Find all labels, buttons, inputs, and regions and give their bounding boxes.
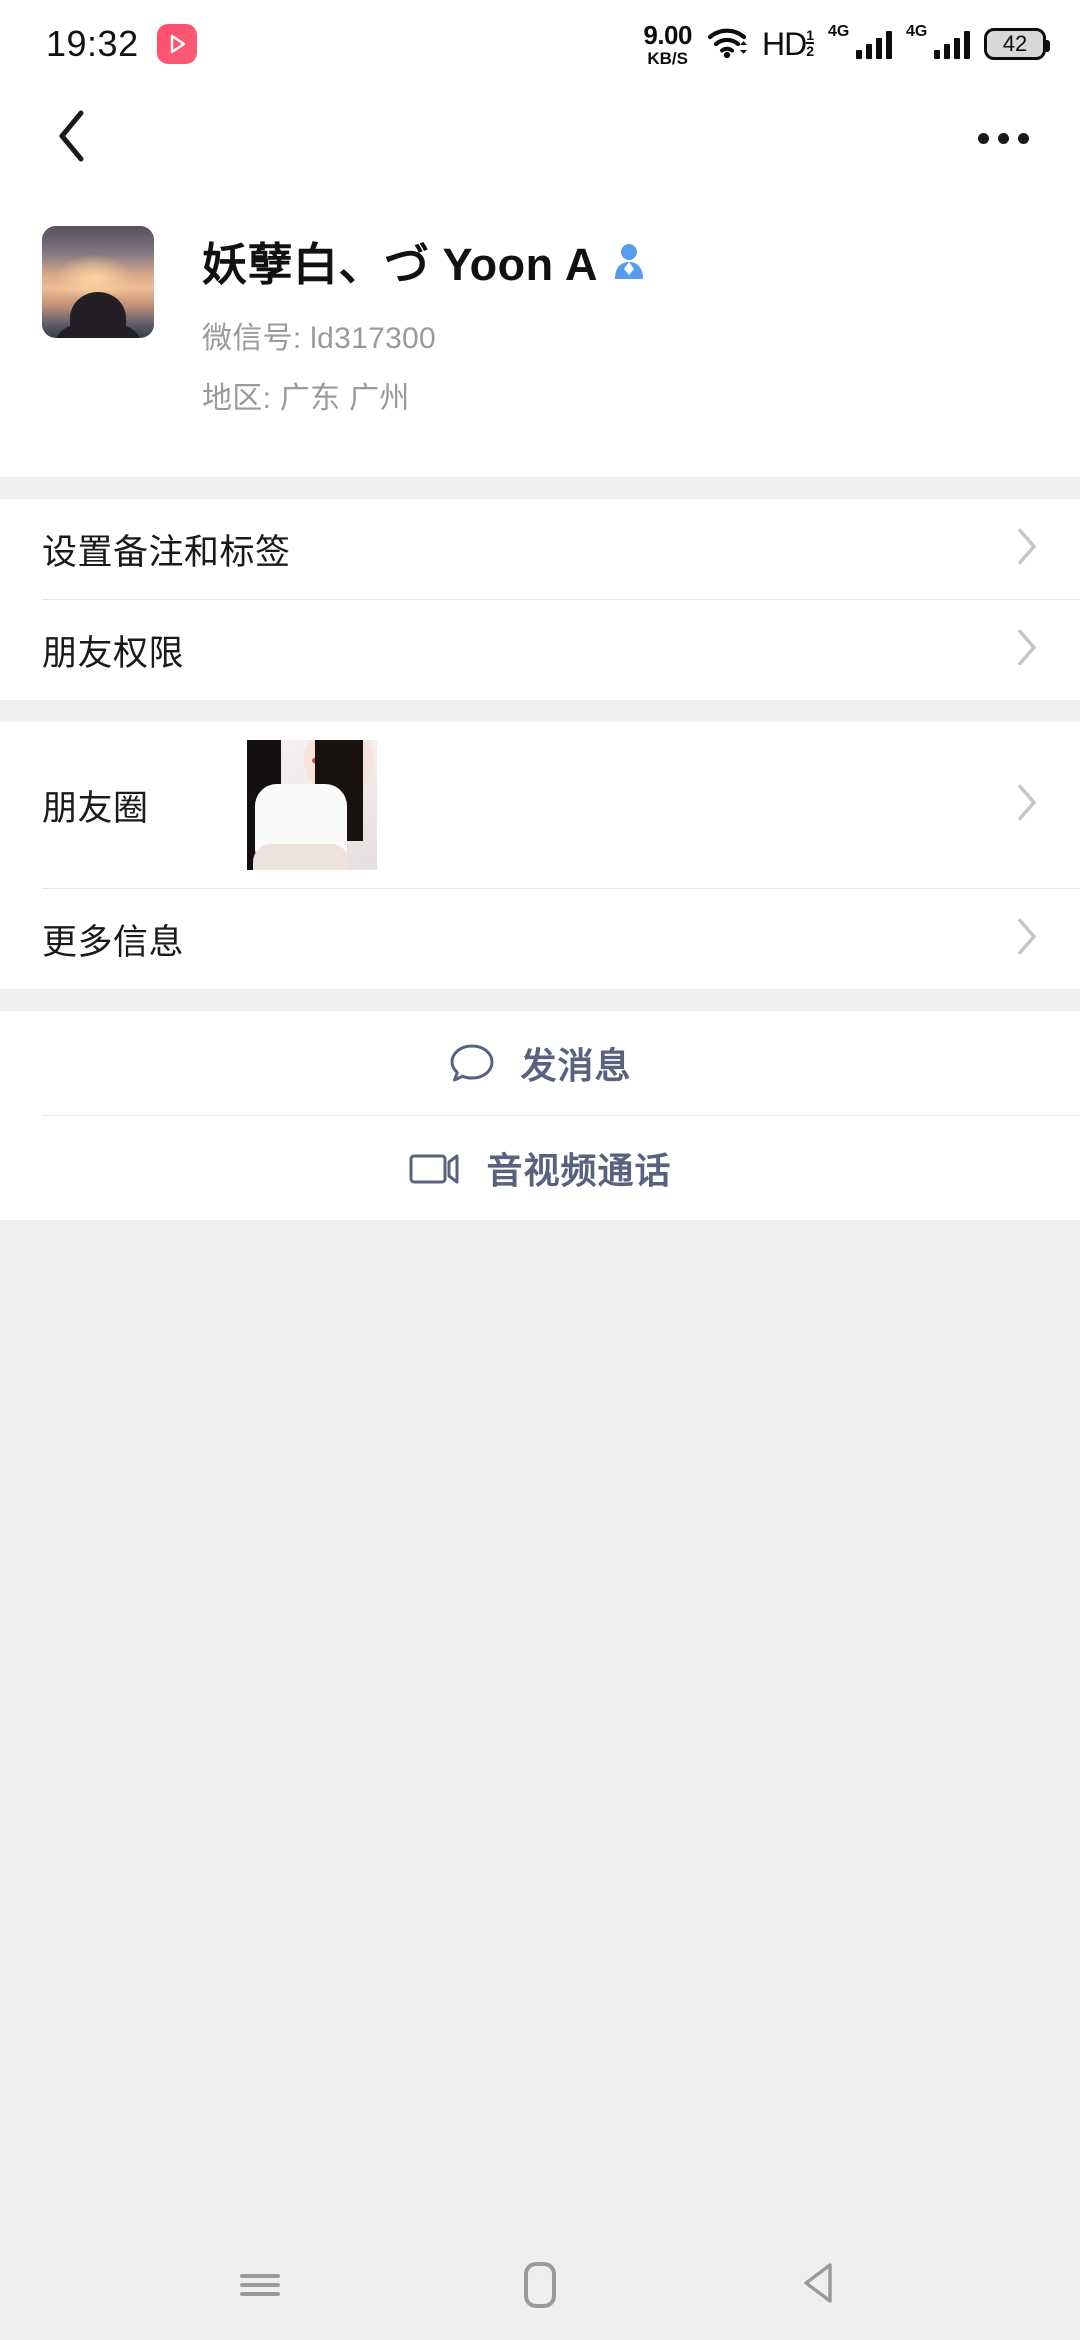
home-button[interactable]	[495, 2240, 585, 2330]
recents-lines	[240, 2269, 280, 2301]
profile-info: 妖孽白、づ Yoon A 微信号: ld317300 地区: 广东 广州	[202, 226, 646, 417]
section-gap	[0, 989, 1080, 1011]
row-label: 设置备注和标签	[42, 532, 291, 572]
video-call-label: 音视频通话	[486, 1150, 672, 1191]
status-bar-clock: 19:32	[46, 23, 139, 64]
page-title: 妖孽白、づ Yoon A	[202, 239, 598, 290]
video-camera-icon	[408, 1149, 462, 1187]
android-back-button[interactable]	[775, 2240, 865, 2330]
battery-level-text: 42	[1002, 31, 1028, 56]
status-bar-right: 9.00 KB/S HD 1 2 4G 4G 42	[643, 22, 1050, 67]
youtube-play-icon	[156, 24, 197, 64]
profile-header[interactable]: 妖孽白、づ Yoon A 微信号: ld317300 地区: 广东 广州	[0, 188, 1080, 477]
sim2-signal-icon: 4G	[906, 23, 970, 59]
send-message-button[interactable]: 发消息	[0, 1011, 1080, 1115]
sim2-network-label: 4G	[906, 23, 928, 40]
wechat-id: 微信号: ld317300	[202, 322, 437, 355]
thumbnail-arm	[252, 844, 349, 870]
status-bar: 19:32 9.00 KB/S HD 1 2 4G 4G 42	[0, 0, 1080, 88]
chevron-right-icon	[1016, 527, 1038, 572]
region: 地区: 广东 广州	[202, 382, 410, 415]
video-call-button[interactable]: 音视频通话	[0, 1116, 1080, 1220]
hd-sim-fraction: 1 2	[806, 26, 814, 60]
android-navigation-bar	[0, 2230, 1080, 2340]
row-set-remark-and-tags[interactable]: 设置备注和标签	[0, 499, 1080, 599]
chevron-right-icon	[1016, 783, 1038, 828]
hd-sim-numerator: 1	[806, 26, 814, 43]
wechat-contact-profile-screen: 19:32 9.00 KB/S HD 1 2 4G 4G 42 妖孽白、づ Yo…	[0, 0, 1080, 2340]
row-more-info[interactable]: 更多信息	[0, 889, 1080, 989]
section-gap	[0, 477, 1080, 499]
section-gap	[0, 700, 1080, 722]
more-options-button[interactable]	[968, 108, 1038, 168]
back-button[interactable]	[42, 108, 102, 168]
chevron-left-icon	[55, 108, 89, 169]
network-speed-indicator: 9.00 KB/S	[643, 22, 692, 67]
profile-name-line: 妖孽白、づ Yoon A	[202, 228, 646, 293]
actions-group: 发消息 音视频通话	[0, 1011, 1080, 1220]
app-bar	[0, 88, 1080, 188]
row-label: 更多信息	[42, 922, 185, 962]
row-label: 朋友权限	[42, 633, 185, 673]
settings-group: 设置备注和标签 朋友权限	[0, 499, 1080, 700]
send-message-label: 发消息	[520, 1045, 632, 1086]
moments-thumbnail-area	[149, 740, 1038, 870]
hd-label: HD	[761, 25, 807, 62]
moments-group: 朋友圈 更多信息	[0, 722, 1080, 989]
chevron-right-icon	[1016, 917, 1038, 962]
battery-icon: 42	[984, 28, 1050, 60]
recents-menu-icon[interactable]	[215, 2240, 305, 2330]
more-horizontal-icon	[997, 132, 1009, 144]
male-gender-icon	[612, 242, 646, 280]
status-bar-left: 19:32	[46, 23, 197, 65]
home-square-icon	[524, 2262, 556, 2308]
more-horizontal-icon	[977, 132, 989, 144]
row-moments[interactable]: 朋友圈	[0, 722, 1080, 888]
sim1-network-label: 4G	[828, 23, 850, 40]
wifi-icon	[706, 26, 748, 63]
network-speed-value: 9.00	[643, 19, 692, 50]
back-triangle-icon	[800, 2261, 840, 2310]
chat-bubble-icon	[448, 1041, 496, 1085]
page-filler	[0, 1220, 1080, 2320]
row-label: 朋友圈	[42, 788, 149, 828]
moments-photo-thumbnail[interactable]	[246, 740, 377, 870]
hd-voice-icon: HD 1 2	[762, 26, 814, 63]
avatar-silhouette-head	[70, 292, 126, 338]
sim1-signal-icon: 4G	[828, 23, 892, 59]
network-speed-unit: KB/S	[647, 48, 688, 68]
avatar[interactable]	[42, 226, 154, 338]
hd-sim-denominator: 2	[806, 42, 814, 60]
more-horizontal-icon	[1017, 132, 1029, 144]
chevron-right-icon	[1016, 628, 1038, 673]
sim2-signal-bars	[934, 31, 970, 59]
row-friend-permissions[interactable]: 朋友权限	[0, 600, 1080, 700]
sim1-signal-bars	[856, 31, 892, 59]
